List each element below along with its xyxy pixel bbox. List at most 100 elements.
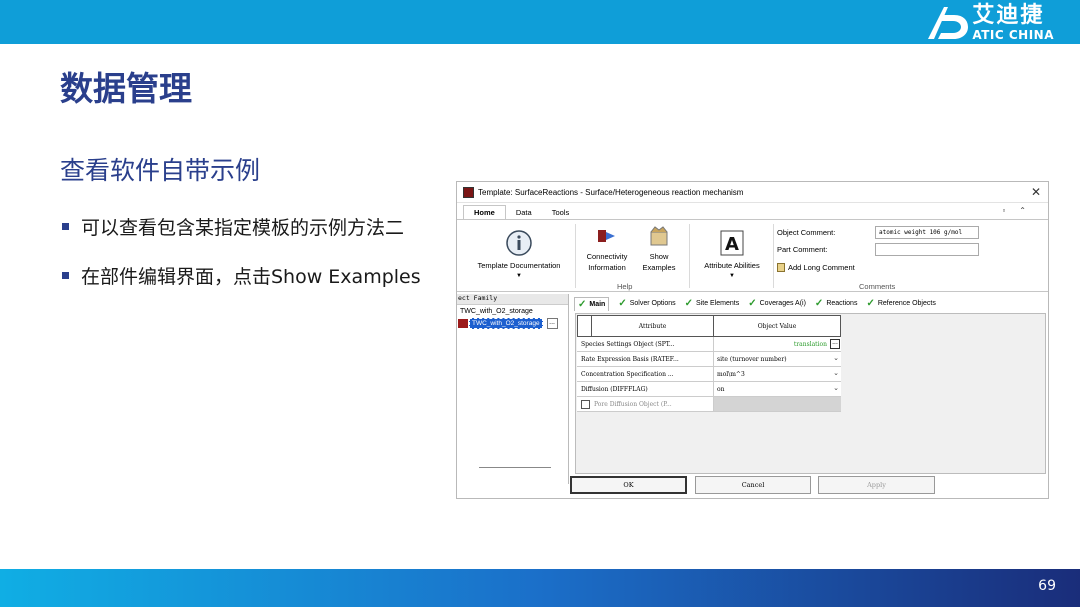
check-icon: ✓ (748, 298, 757, 309)
window-title: Template: SurfaceReactions - Surface/Het… (478, 187, 744, 197)
attribute-label: Pore Diffusion Object (P... (594, 400, 672, 408)
check-icon: ✓ (866, 298, 875, 309)
ribbon-controls[interactable]: ▫⌃ (1002, 206, 1040, 215)
info-icon (506, 230, 532, 256)
check-icon: ✓ (684, 298, 694, 309)
attribute-abilities-button[interactable]: A Attribute Abilities ▼ (693, 224, 771, 282)
window-titlebar: Template: SurfaceReactions - Surface/Het… (457, 182, 1048, 203)
tab-main-label: Main (589, 300, 606, 308)
value-select[interactable]: mol\m^3 ⌄ (714, 367, 841, 381)
app-icon (463, 186, 474, 198)
object-family-item[interactable]: TWC_with_O2_storage (457, 305, 568, 318)
object-comment-field[interactable]: atomic weight 106 g/mol (875, 226, 979, 239)
tab-coverages[interactable]: ✓ Coverages A(i) (748, 298, 806, 309)
comments-group-label: Comments (859, 282, 896, 291)
selected-object-name[interactable]: TWC_with_O2_storage (469, 318, 543, 329)
attribute-cell: Species Settings Object (SPT... (577, 337, 714, 351)
bullet-text: 可以查看包含某指定模板的示例方法二 (81, 216, 405, 239)
apply-button[interactable]: Apply (818, 476, 935, 494)
show-examples-button[interactable]: Show Examples (635, 224, 683, 273)
letter-a-icon: A (720, 230, 744, 256)
tab-reactions[interactable]: ✓ Reactions (815, 298, 858, 309)
connectivity-information-button[interactable]: Connectivity Information (579, 224, 635, 273)
logo-mark-icon (924, 3, 970, 43)
horizontal-scrollbar[interactable] (479, 467, 551, 468)
part-comment-label: Part Comment: (777, 245, 828, 254)
dialog-buttons: OK Cancel Apply (569, 475, 1049, 495)
logo-chinese-text: 艾迪捷 (972, 3, 1045, 28)
chevron-down-icon[interactable]: ⌄ (833, 369, 839, 377)
attribute-grid-area: Attribute Object Value Species Settings … (575, 313, 1046, 474)
attribute-cell: Rate Expression Basis (RATEF... (577, 352, 714, 366)
tab-site-elements-label: Site Elements (696, 300, 740, 307)
check-icon: ✓ (618, 298, 627, 309)
ribbon-divider (689, 224, 690, 288)
svg-text:A: A (725, 234, 739, 255)
table-row: Diffusion (DIFFFLAG) on ⌄ (577, 382, 841, 397)
add-long-comment-button[interactable]: Add Long Comment (777, 263, 855, 272)
note-icon (777, 263, 785, 272)
close-icon[interactable]: ✕ (1031, 185, 1041, 199)
value-select[interactable]: site (turnover number) ⌄ (714, 352, 841, 366)
checkbox[interactable] (581, 399, 590, 409)
tab-tools[interactable]: Tools (542, 206, 580, 219)
attribute-cell: Pore Diffusion Object (P... (577, 397, 714, 411)
page-number: 69 (1038, 578, 1056, 594)
chevron-down-icon[interactable]: ▼ (693, 271, 771, 282)
bullet-list: 可以查看包含某指定模板的示例方法二 在部件编辑界面，点击Show Example… (62, 212, 421, 310)
value-text: translation (793, 340, 827, 348)
attribute-grid: Attribute Object Value Species Settings … (577, 315, 841, 412)
template-documentation-label: Template Documentation (477, 261, 561, 270)
object-value-column-header: Object Value (757, 322, 797, 330)
connectivity-label-1: Connectivity (586, 252, 628, 261)
check-icon: ✓ (814, 298, 824, 309)
attribute-tabs: ✓ Main ✓ Solver Options ✓ Site Elements ✓ Co… (574, 296, 945, 311)
chevron-down-icon[interactable]: ▼ (463, 271, 575, 282)
attribute-cell: Diffusion (DIFFFLAG) (577, 382, 714, 396)
tab-site-elements[interactable]: ✓ Site Elements (685, 298, 740, 309)
tab-reference-objects[interactable]: ✓ Reference Objects (866, 298, 935, 309)
ribbon-tabs: Home Data Tools ▫⌃ (457, 203, 1048, 219)
ribbon-divider (773, 224, 774, 288)
attribute-column-header: Attribute (592, 316, 714, 336)
tab-main[interactable]: ✓ Main (574, 296, 610, 311)
bullet-text: 在部件编辑界面，点击Show Examples (81, 265, 421, 288)
attribute-cell: Concentration Specification ... (577, 367, 714, 381)
table-row: Pore Diffusion Object (P... (577, 397, 841, 412)
tab-solver-options[interactable]: ✓ Solver Options (618, 298, 675, 309)
tab-reactions-label: Reactions (826, 300, 858, 307)
connectivity-label-2: Information (588, 263, 626, 272)
part-icon (458, 319, 468, 328)
check-icon: ✓ (578, 298, 587, 310)
template-documentation-button[interactable]: Template Documentation ▼ (463, 224, 575, 282)
value-select[interactable]: on ⌄ (714, 382, 841, 396)
tab-data[interactable]: Data (506, 206, 542, 219)
help-group-label: Help (617, 282, 633, 291)
logo-english-text: ATIC CHINA (972, 28, 1054, 42)
bullet-square-icon (62, 222, 69, 230)
object-family-pane: ect Family TWC_with_O2_storage TWC_with_… (457, 294, 569, 484)
add-long-comment-label: Add Long Comment (788, 263, 855, 272)
grid-header: Attribute Object Value (577, 315, 841, 337)
table-row: Species Settings Object (SPT... translat… (577, 337, 841, 352)
chevron-down-icon[interactable]: ⌄ (833, 354, 839, 362)
part-comment-field[interactable] (875, 243, 979, 256)
ellipsis-button[interactable]: ... (546, 318, 558, 329)
selected-object[interactable]: TWC_with_O2_storage ... (458, 318, 558, 329)
chevron-down-icon[interactable]: ⌄ (833, 384, 839, 392)
object-comment-label: Object Comment: (777, 228, 836, 237)
attribute-abilities-label: Attribute Abilities (704, 261, 760, 270)
ellipsis-button[interactable]: ... (830, 339, 840, 349)
section-subtitle: 查看软件自带示例 (60, 156, 261, 185)
ok-button[interactable]: OK (570, 476, 687, 494)
show-examples-label-1: Show (649, 252, 669, 261)
table-row: Concentration Specification ... mol\m^3 ⌄ (577, 367, 841, 382)
tab-home[interactable]: Home (463, 205, 506, 219)
ribbon-divider (575, 224, 576, 288)
object-family-header: ect Family (457, 294, 568, 305)
value-cell[interactable]: translation ... (714, 337, 841, 351)
value-cell-disabled (714, 397, 841, 411)
cancel-button[interactable]: Cancel (695, 476, 811, 494)
ribbon: Template Documentation ▼ Connectivity In… (457, 219, 1048, 292)
tab-reference-objects-label: Reference Objects (877, 300, 936, 307)
